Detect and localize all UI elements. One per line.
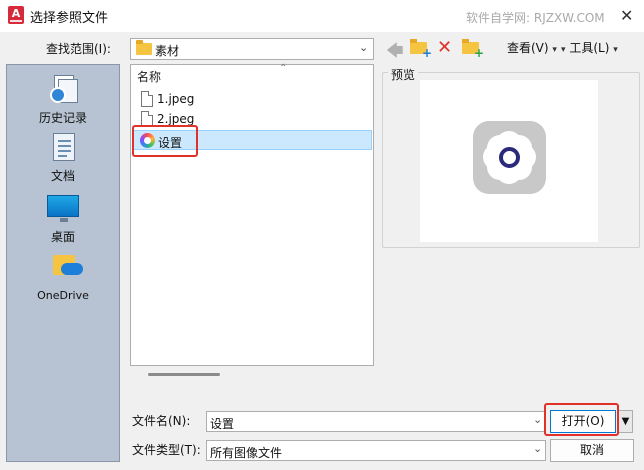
name-column-header[interactable]: 名称: [137, 68, 161, 85]
sidebar-item-label: OneDrive: [37, 289, 89, 302]
sidebar-item-history[interactable]: 历史记录: [7, 69, 119, 127]
file-list[interactable]: 名称 ⌃ 1.jpeg 2.jpeg 设置: [130, 63, 374, 366]
chevron-down-icon: ⌄: [533, 442, 543, 455]
sidebar-item-label: 桌面: [50, 230, 75, 244]
preview-label: 预览: [388, 66, 419, 83]
new-folder-icon[interactable]: [462, 39, 484, 60]
dropdown-arrow-icon: ▾: [613, 45, 618, 55]
open-options-dropdown[interactable]: ▼: [618, 410, 633, 433]
views-label: 查看(V): [507, 41, 549, 55]
watermark-text: 软件自学网: RJZXW.COM: [466, 11, 605, 25]
dropdown-arrow-icon: ▾: [552, 45, 557, 55]
sidebar-item-label: 文档: [50, 169, 75, 183]
filetype-value: 所有图像文件: [210, 446, 283, 460]
look-in-dropdown[interactable]: 素材 ⌄: [130, 38, 374, 60]
sort-ascending-icon: ⌃: [279, 63, 288, 74]
desktop-icon: [47, 195, 79, 222]
dropdown-arrow-icon: ▾: [561, 45, 566, 55]
places-sidebar: 历史记录 文档 桌面 OneDrive: [6, 64, 120, 462]
folder-icon: [136, 40, 152, 55]
autocad-app-icon: A: [8, 6, 24, 24]
look-in-value: 素材: [155, 44, 180, 58]
history-icon: [50, 75, 78, 105]
highlight-box: [132, 125, 198, 157]
delete-icon[interactable]: ✕: [437, 37, 452, 58]
horizontal-scrollbar[interactable]: [130, 366, 374, 378]
views-menu-button[interactable]: 查看(V) ▾: [507, 39, 557, 56]
look-in-label: 查找范围(I):: [46, 42, 111, 56]
sidebar-item-desktop[interactable]: 桌面: [7, 193, 119, 247]
sidebar-item-onedrive[interactable]: OneDrive: [7, 249, 119, 305]
settings-gear-icon: [473, 121, 546, 194]
tools-label: 工具(L): [569, 41, 610, 55]
cloud-icon: [61, 263, 83, 275]
filename-input[interactable]: 设置 ⌄: [206, 411, 546, 432]
cancel-button[interactable]: 取消: [550, 439, 634, 462]
window-title: 选择参照文件: [30, 11, 109, 26]
back-arrow-icon[interactable]: 🡄: [386, 38, 404, 67]
filename-value: 设置: [210, 417, 235, 431]
sidebar-item-documents[interactable]: 文档: [7, 133, 119, 187]
chevron-down-icon[interactable]: ⌄: [533, 413, 542, 426]
highlight-box: [544, 403, 619, 436]
close-icon[interactable]: ✕: [620, 6, 633, 25]
filetype-label: 文件类型(T):: [132, 443, 201, 457]
documents-icon: [53, 133, 75, 161]
image-file-icon: [141, 91, 153, 107]
tools-menu-button[interactable]: ▾ 工具(L) ▾: [561, 39, 618, 56]
filetype-select[interactable]: 所有图像文件 ⌄: [206, 440, 546, 461]
chevron-down-icon: ⌄: [359, 41, 369, 54]
scrollbar-thumb[interactable]: [148, 373, 220, 376]
file-name: 1.jpeg: [157, 92, 195, 106]
sidebar-item-label: 历史记录: [38, 111, 87, 125]
up-one-level-icon[interactable]: [410, 39, 432, 60]
list-item[interactable]: 1.jpeg: [132, 89, 372, 109]
filename-label: 文件名(N):: [132, 414, 191, 428]
file-name: 2.jpeg: [157, 112, 195, 126]
